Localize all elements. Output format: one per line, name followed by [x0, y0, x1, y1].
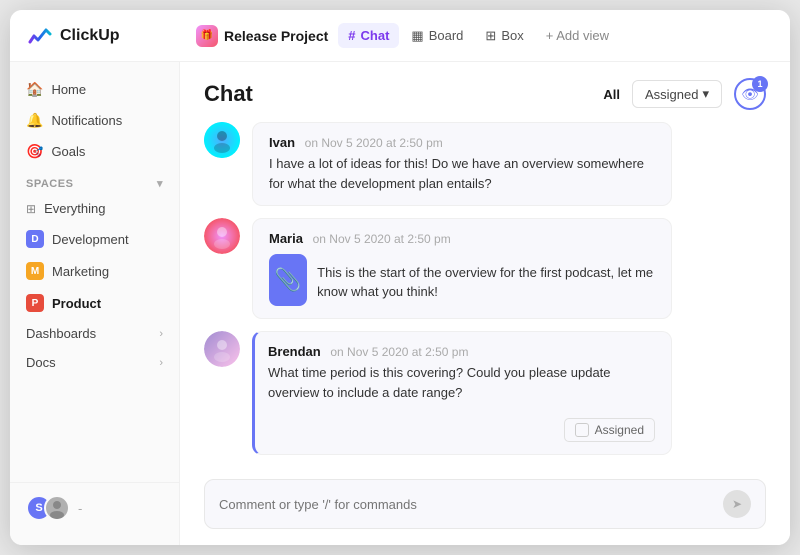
message-header-maria: Maria on Nov 5 2020 at 2:50 pm [269, 231, 655, 246]
tab-board[interactable]: ▦ Board [401, 23, 473, 49]
content-header: Chat All Assigned ▾ 👁 1 [180, 62, 790, 122]
bell-icon: 🔔 [26, 112, 43, 129]
hash-icon: # [348, 28, 355, 43]
main-layout: 🏠 Home 🔔 Notifications 🎯 Goals Spaces ▾ … [10, 62, 790, 545]
sidebar-item-dashboards[interactable]: Dashboards › [10, 319, 179, 348]
chevron-down-icon[interactable]: ▾ [157, 177, 163, 190]
message-bubble-ivan: Ivan on Nov 5 2020 at 2:50 pm I have a l… [252, 122, 672, 206]
project-name: Release Project [224, 28, 328, 44]
avatar-stack: S [26, 495, 70, 521]
avatar-maria [204, 218, 240, 254]
grid-icon: ⊞ [26, 202, 36, 216]
chevron-right-icon-docs: › [159, 357, 163, 369]
message-text: I have a lot of ideas for this! Do we ha… [269, 154, 655, 193]
filter-all-button[interactable]: All [603, 87, 620, 102]
notification-badge: 1 [752, 76, 768, 92]
tab-box[interactable]: ⊞ Box [475, 23, 533, 49]
page-title: Chat [204, 81, 591, 107]
avatar-photo [44, 495, 70, 521]
message-text-maria: This is the start of the overview for th… [317, 263, 655, 302]
message-item: Brendan on Nov 5 2020 at 2:50 pm What ti… [204, 331, 766, 455]
user-dots: - [78, 501, 82, 516]
app-window: ClickUp 🎁 Release Project # Chat ▦ Board… [10, 10, 790, 545]
chevron-right-icon: › [159, 328, 163, 340]
message-item: Ivan on Nov 5 2020 at 2:50 pm I have a l… [204, 122, 766, 206]
box-icon: ⊞ [485, 28, 496, 44]
add-view-button[interactable]: + Add view [536, 23, 619, 48]
attachment-icon: 📎 [269, 254, 307, 306]
messages-area: Ivan on Nov 5 2020 at 2:50 pm I have a l… [180, 122, 790, 467]
sidebar-bottom: S - [10, 482, 179, 533]
logo-area: ClickUp [26, 22, 196, 50]
tab-chat[interactable]: # Chat [338, 23, 399, 48]
filter-assigned-button[interactable]: Assigned ▾ [632, 80, 722, 108]
sidebar-item-docs[interactable]: Docs › [10, 348, 179, 377]
clickup-logo [26, 22, 54, 50]
content-area: Chat All Assigned ▾ 👁 1 [180, 62, 790, 545]
target-icon: 🎯 [26, 143, 43, 160]
sidebar-item-goals[interactable]: 🎯 Goals [10, 136, 179, 167]
message-header-brendan: Brendan on Nov 5 2020 at 2:50 pm [268, 344, 655, 359]
sidebar-item-marketing[interactable]: M Marketing [10, 255, 179, 287]
comment-area: ➤ [180, 467, 790, 545]
send-icon[interactable]: ➤ [723, 490, 751, 518]
home-icon: 🏠 [26, 81, 43, 98]
logo-text: ClickUp [60, 27, 120, 45]
message-bubble-brendan: Brendan on Nov 5 2020 at 2:50 pm What ti… [252, 331, 672, 455]
message-text-brendan: What time period is this covering? Could… [268, 363, 655, 402]
product-dot: P [26, 294, 44, 312]
notification-bell[interactable]: 👁 1 [734, 78, 766, 110]
marketing-dot: M [26, 262, 44, 280]
sidebar-item-notifications[interactable]: 🔔 Notifications [10, 105, 179, 136]
board-icon: ▦ [411, 28, 423, 44]
project-icon: 🎁 [196, 25, 218, 47]
top-nav: ClickUp 🎁 Release Project # Chat ▦ Board… [10, 10, 790, 62]
sidebar: 🏠 Home 🔔 Notifications 🎯 Goals Spaces ▾ … [10, 62, 180, 545]
chevron-down-assigned-icon: ▾ [702, 86, 709, 102]
comment-input-wrapper: ➤ [204, 479, 766, 529]
message-attachment: 📎 This is the start of the overview for … [269, 254, 655, 306]
avatar-brendan [204, 331, 240, 367]
sidebar-item-development[interactable]: D Development [10, 223, 179, 255]
sidebar-item-home[interactable]: 🏠 Home [10, 74, 179, 105]
assigned-button[interactable]: Assigned [564, 418, 655, 442]
message-bubble-maria: Maria on Nov 5 2020 at 2:50 pm 📎 This is… [252, 218, 672, 319]
sidebar-item-product[interactable]: P Product [10, 287, 179, 319]
assigned-checkbox [575, 423, 589, 437]
development-dot: D [26, 230, 44, 248]
nav-tabs: # Chat ▦ Board ⊞ Box + Add view [338, 23, 619, 49]
message-header: Ivan on Nov 5 2020 at 2:50 pm [269, 135, 655, 150]
avatar-ivan [204, 122, 240, 158]
message-item: Maria on Nov 5 2020 at 2:50 pm 📎 This is… [204, 218, 766, 319]
sidebar-item-everything[interactable]: ⊞ Everything [10, 194, 179, 223]
spaces-section: Spaces ▾ [10, 167, 179, 194]
comment-input[interactable] [219, 497, 715, 512]
breadcrumb-area: 🎁 Release Project # Chat ▦ Board ⊞ Box +… [196, 23, 774, 49]
